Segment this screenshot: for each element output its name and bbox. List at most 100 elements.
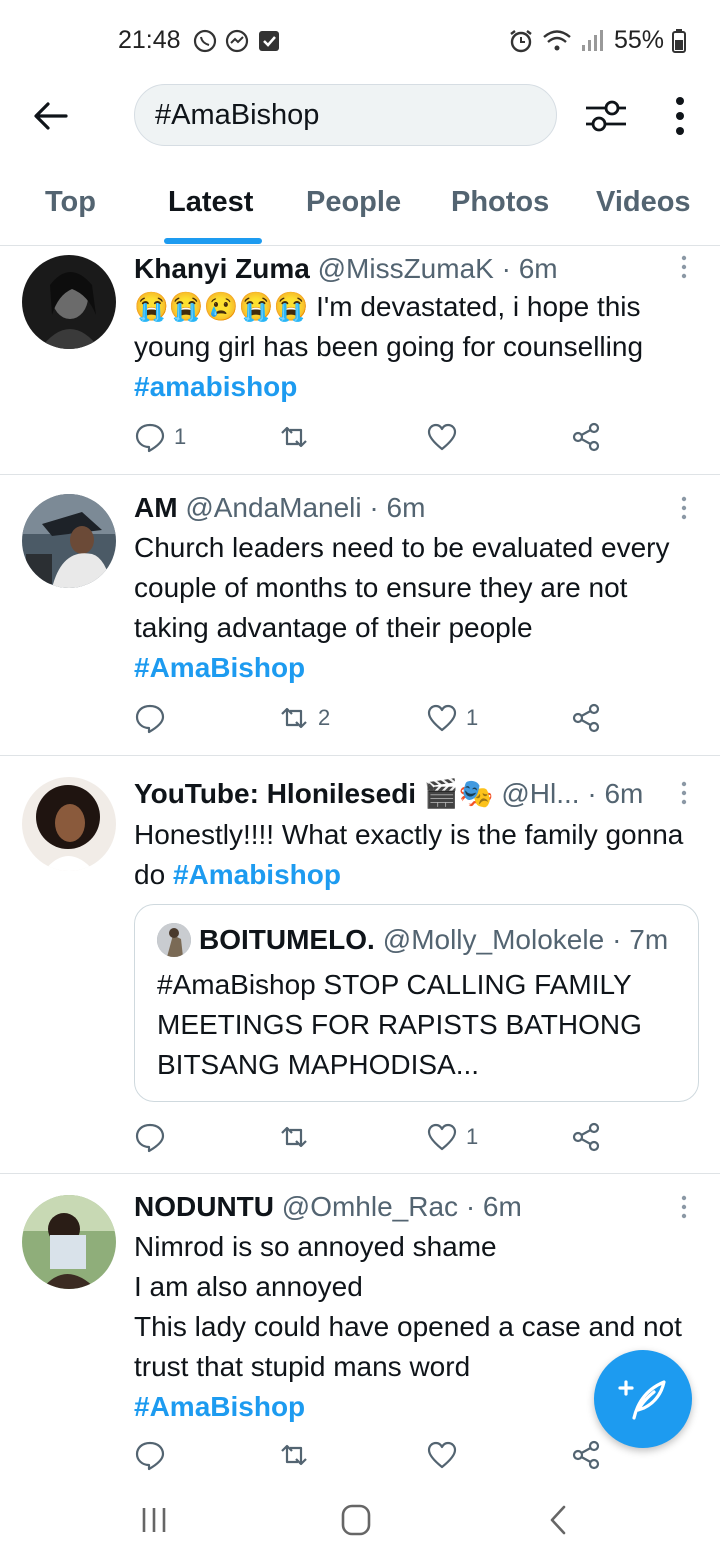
compose-tweet-button[interactable] [594, 1350, 692, 1448]
system-nav-bar [0, 1480, 720, 1560]
tweet[interactable]: YouTube: Hlonilesedi 🎬🎭 @Hl... · 6m Hone… [0, 757, 720, 1174]
tweet-body: Church leaders need to be evaluated ever… [134, 532, 670, 643]
more-vertical-icon[interactable] [668, 94, 692, 138]
tab-photos[interactable]: Photos [451, 186, 549, 219]
avatar[interactable] [22, 494, 116, 588]
tab-top[interactable]: Top [45, 186, 96, 219]
tweet-more-icon[interactable] [680, 1195, 688, 1219]
like-button[interactable] [426, 1439, 458, 1471]
retweet-button[interactable] [278, 421, 318, 453]
tweet-more-icon[interactable] [680, 496, 688, 520]
reply-icon [135, 1123, 165, 1153]
display-name[interactable]: Khanyi Zuma [134, 253, 310, 284]
reply-icon [135, 1441, 165, 1471]
quoted-avatar [157, 923, 191, 957]
battery-icon [672, 28, 686, 53]
like-button[interactable]: 1 [426, 702, 478, 734]
reply-button[interactable] [134, 1439, 166, 1471]
signal-icon [581, 29, 603, 51]
tweet-header: YouTube: Hlonilesedi 🎬🎭 @Hl... · 6m [134, 777, 643, 810]
retweet-button[interactable] [278, 1439, 310, 1471]
tweet-header: Khanyi Zuma @MissZumaK · 6m [134, 253, 558, 285]
retweet-count: 2 [318, 705, 331, 730]
hashtag-link[interactable]: #AmaBishop [134, 1391, 305, 1422]
heart-icon [427, 423, 457, 451]
search-header: #AmaBishop [0, 80, 720, 150]
tweet-more-icon[interactable] [680, 781, 688, 805]
tweet-line: Nimrod is so annoyed shame [134, 1231, 497, 1262]
share-button[interactable] [570, 1439, 602, 1471]
avatar[interactable] [22, 255, 116, 349]
share-icon [572, 703, 600, 733]
retweet-button[interactable]: 2 [278, 702, 330, 734]
tab-latest[interactable]: Latest [168, 186, 253, 219]
battery-percent: 55% [613, 26, 664, 54]
avatar[interactable] [22, 1195, 116, 1289]
display-name[interactable]: YouTube: Hlonilesedi [134, 778, 416, 809]
hashtag-link[interactable]: #Amabishop [173, 859, 341, 890]
avatar[interactable] [22, 777, 116, 871]
share-button[interactable] [570, 421, 602, 453]
tweet-text: Honestly!!!! What exactly is the family … [134, 815, 694, 895]
heart-icon [427, 704, 457, 732]
back-nav-icon[interactable] [540, 1502, 580, 1538]
quoted-handle: @Molly_Molokele [382, 924, 605, 955]
share-button[interactable] [570, 702, 602, 734]
tab-videos[interactable]: Videos [596, 186, 691, 219]
search-input[interactable]: #AmaBishop [134, 84, 557, 146]
handle[interactable]: @Omhle_Rac [282, 1191, 458, 1222]
like-button[interactable] [426, 421, 466, 453]
status-bar: 21:48 55% [0, 0, 720, 80]
display-name[interactable]: NODUNTU [134, 1191, 274, 1222]
share-button[interactable] [570, 1121, 602, 1153]
display-name[interactable]: AM [134, 492, 178, 523]
like-count: 1 [466, 1124, 479, 1149]
quoted-display-name: BOITUMELO. [199, 924, 375, 955]
checkbox-notification-icon [259, 31, 279, 51]
timestamp: · 6m [587, 778, 644, 809]
tweet-actions [134, 1439, 614, 1479]
share-icon [572, 422, 600, 452]
whatsapp-icon [193, 29, 217, 53]
reply-button[interactable] [134, 1121, 174, 1153]
share-icon [572, 1440, 600, 1470]
heart-icon [427, 1441, 457, 1469]
home-icon[interactable] [336, 1502, 376, 1538]
tweet-more-icon[interactable] [680, 255, 688, 279]
like-button[interactable]: 1 [426, 1121, 478, 1153]
tweet[interactable]: AM @AndaManeli · 6m Church leaders need … [0, 476, 720, 756]
tweet[interactable]: Khanyi Zuma @MissZumaK · 6m 😭😭😢😭😭 I'm de… [0, 247, 720, 475]
tweet-actions: 1 [134, 421, 614, 461]
handle[interactable]: @MissZumaK [318, 253, 494, 284]
handle[interactable]: @Hl... [501, 778, 579, 809]
alarm-icon [510, 29, 532, 52]
like-count: 1 [466, 705, 479, 730]
reply-button[interactable] [134, 702, 174, 734]
tab-people[interactable]: People [306, 186, 401, 219]
retweet-icon [281, 426, 307, 448]
hashtag-link[interactable]: #AmaBishop [134, 652, 305, 683]
status-time: 21:48 [118, 26, 181, 54]
sliders-icon[interactable] [584, 96, 628, 136]
tweet-actions: 2 1 [134, 702, 614, 742]
tweet-actions: 1 [134, 1121, 614, 1161]
retweet-icon [281, 707, 307, 729]
handle[interactable]: @AndaManeli [185, 492, 361, 523]
heart-icon [427, 1123, 457, 1151]
search-tabs: Top Latest People Photos Videos [0, 178, 720, 246]
recent-apps-icon[interactable] [134, 1502, 174, 1538]
arrow-left-icon[interactable] [30, 96, 70, 136]
reply-icon [135, 423, 165, 453]
status-right: 55% [508, 26, 686, 55]
notification-icons [192, 28, 282, 54]
retweet-icon [281, 1444, 307, 1466]
messenger-icon [225, 29, 249, 53]
retweet-button[interactable] [278, 1121, 318, 1153]
reply-button[interactable]: 1 [134, 421, 186, 453]
quoted-tweet[interactable]: BOITUMELO. @Molly_Molokele · 7m #AmaBish… [134, 904, 699, 1102]
tweet-line: This lady could have opened a case and n… [134, 1311, 682, 1382]
hashtag-link[interactable]: #amabishop [134, 371, 297, 402]
share-icon [572, 1122, 600, 1152]
timestamp: · 6m [465, 1191, 522, 1222]
quoted-tweet-header: BOITUMELO. @Molly_Molokele · 7m [157, 923, 668, 957]
